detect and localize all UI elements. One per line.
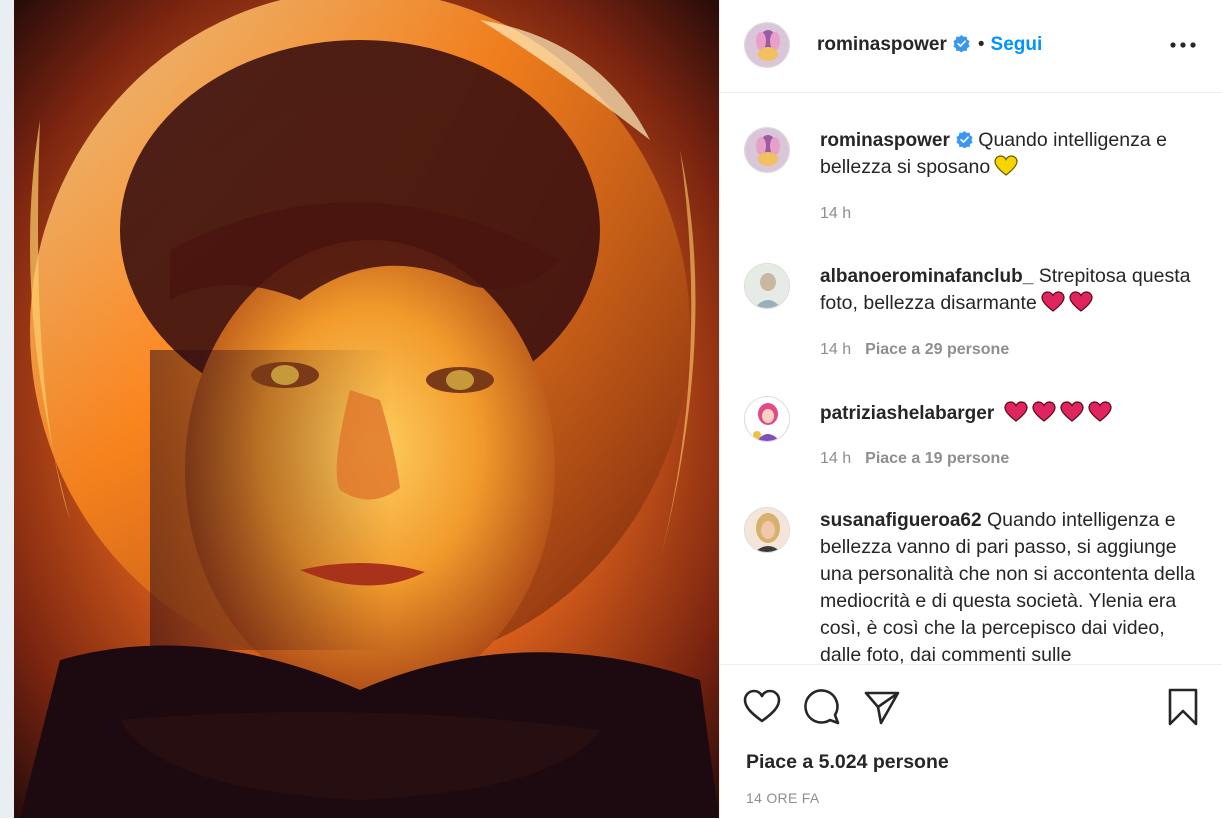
follow-button[interactable]: Segui bbox=[991, 34, 1043, 55]
author-avatar[interactable] bbox=[744, 127, 790, 173]
caption-item: rominaspower Quando intelligenza e belle… bbox=[744, 127, 1204, 237]
post-side-panel: rominaspower • Segui rominaspower Quando… bbox=[719, 0, 1222, 818]
separator-dot: • bbox=[977, 34, 985, 55]
comment-item: susanafigueroa62 Quando intelligenza e b… bbox=[744, 507, 1204, 664]
more-options-icon[interactable] bbox=[1168, 30, 1198, 60]
red-heart-emoji bbox=[1032, 401, 1056, 422]
author-username[interactable]: rominaspower bbox=[817, 34, 947, 55]
commenter-username[interactable]: susanafigueroa62 bbox=[820, 510, 982, 531]
red-heart-emoji bbox=[1060, 401, 1084, 422]
comment-meta: 14 h Piace a 29 persone bbox=[820, 341, 1009, 359]
caption-meta: 14 h bbox=[820, 205, 851, 223]
red-heart-emoji bbox=[1004, 401, 1028, 422]
caption-time: 14 h bbox=[820, 205, 852, 222]
comment-time: 14 h bbox=[820, 341, 852, 358]
red-hearts bbox=[1037, 291, 1093, 314]
heart-outline-icon[interactable] bbox=[742, 687, 782, 727]
commenter-avatar[interactable] bbox=[744, 396, 790, 442]
comment-bubble-icon[interactable] bbox=[802, 687, 842, 727]
commenter-avatar[interactable] bbox=[744, 507, 790, 553]
post-photo[interactable] bbox=[0, 0, 719, 818]
red-hearts bbox=[1000, 401, 1112, 424]
commenter-username[interactable]: patriziashelabarger bbox=[820, 403, 994, 424]
comment-time: 14 h bbox=[820, 450, 852, 467]
comment-text-block: albanoerominafanclub_ Strepitosa questa … bbox=[820, 263, 1204, 317]
yellow-heart-emoji bbox=[994, 155, 1018, 176]
paper-plane-icon[interactable] bbox=[862, 687, 902, 727]
comment-item: patriziashelabarger 14 h Piace a 19 perso… bbox=[744, 396, 1204, 476]
red-heart-emoji bbox=[1041, 291, 1065, 312]
post-likes-count[interactable]: Piace a 5.024 persone bbox=[746, 751, 949, 774]
comments-list[interactable]: rominaspower Quando intelligenza e belle… bbox=[720, 93, 1222, 664]
caption-text-block: rominaspower Quando intelligenza e belle… bbox=[820, 127, 1204, 181]
bookmark-icon[interactable] bbox=[1163, 687, 1203, 727]
verified-badge-icon bbox=[953, 35, 970, 52]
comment-text-block: patriziashelabarger bbox=[820, 400, 1204, 427]
commenter-username[interactable]: albanoerominafanclub_ bbox=[820, 266, 1033, 287]
comment-text-block: susanafigueroa62 Quando intelligenza e b… bbox=[820, 507, 1204, 664]
post-actions: Piace a 5.024 persone 14 ORE FA bbox=[720, 664, 1222, 819]
verified-badge-icon bbox=[956, 131, 973, 148]
portrait-image bbox=[14, 0, 719, 818]
post-header: rominaspower • Segui bbox=[720, 0, 1222, 93]
comment-likes-button[interactable]: Piace a 19 persone bbox=[865, 450, 1009, 467]
author-avatar[interactable] bbox=[744, 22, 790, 68]
post-timestamp[interactable]: 14 ORE FA bbox=[746, 790, 820, 806]
red-heart-emoji bbox=[1088, 401, 1112, 422]
comment-item: albanoerominafanclub_ Strepitosa questa … bbox=[744, 263, 1204, 363]
header-user-line: rominaspower • Segui bbox=[817, 34, 1042, 56]
comment-likes-button[interactable]: Piace a 29 persone bbox=[865, 341, 1009, 358]
red-heart-emoji bbox=[1069, 291, 1093, 312]
comment-text: Quando intelligenza e bellezza vanno di … bbox=[820, 509, 1196, 664]
commenter-avatar[interactable] bbox=[744, 263, 790, 309]
comment-meta: 14 h Piace a 19 persone bbox=[820, 450, 1009, 468]
caption-username[interactable]: rominaspower bbox=[820, 130, 950, 151]
